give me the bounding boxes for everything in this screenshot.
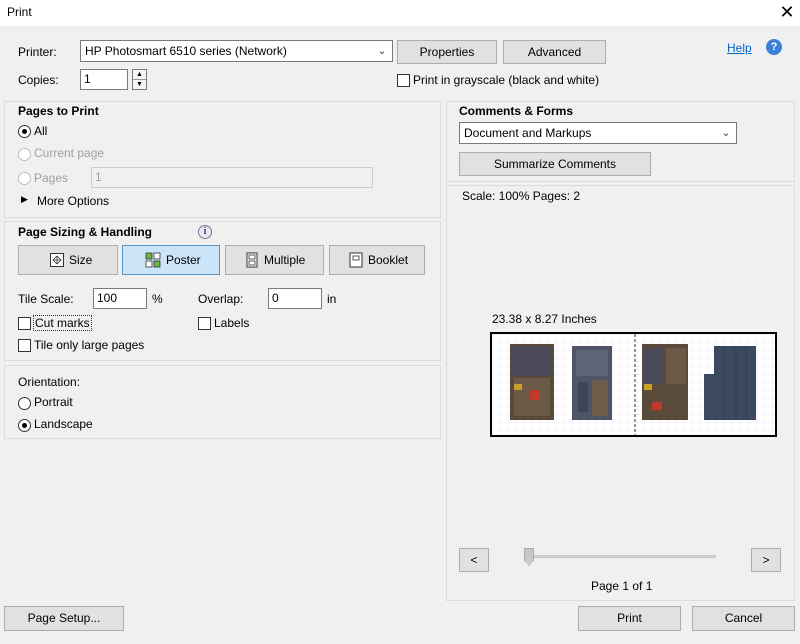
close-icon[interactable]: ✕ [776, 1, 798, 23]
preview-dimensions: 23.38 x 8.27 Inches [492, 312, 597, 326]
booklet-icon [349, 252, 363, 268]
size-button[interactable]: Size [18, 245, 118, 275]
tile-scale-unit: % [152, 292, 163, 306]
cancel-button[interactable]: Cancel [692, 606, 795, 631]
stepper-up-icon[interactable]: ▲ [133, 70, 146, 80]
multiple-button[interactable]: Multiple [225, 245, 324, 275]
overlap-unit: in [327, 292, 337, 306]
size-icon [50, 253, 64, 267]
orientation-heading: Orientation: [18, 375, 81, 389]
tile-scale-input[interactable]: 100 [93, 288, 147, 309]
more-options-toggle[interactable]: More Options [37, 194, 109, 208]
properties-button[interactable]: Properties [397, 40, 497, 64]
pages-to-print-heading: Pages to Print [18, 104, 99, 118]
booklet-button-label: Booklet [368, 253, 409, 267]
overlap-input[interactable]: 0 [268, 288, 322, 309]
preview-scale-text: Scale: 100% Pages: 2 [462, 189, 581, 203]
multiple-icon [246, 252, 258, 268]
tile-scale-label: Tile Scale: [18, 292, 74, 306]
pages-range-input[interactable]: 1 [91, 167, 373, 188]
expand-triangle-icon[interactable]: ▶ [21, 194, 28, 205]
tile-large-label: Tile only large pages [34, 338, 145, 352]
all-pages-radio[interactable] [18, 125, 31, 138]
copies-label: Copies: [18, 73, 59, 87]
printer-label: Printer: [18, 45, 57, 59]
current-page-label: Current page [34, 146, 105, 160]
tile-large-checkbox[interactable] [18, 339, 31, 352]
help-link[interactable]: Help [727, 41, 752, 55]
print-button[interactable]: Print [578, 606, 681, 631]
printer-value: HP Photosmart 6510 series (Network) [85, 44, 287, 58]
advanced-button[interactable]: Advanced [503, 40, 606, 64]
chevron-down-icon: ⌄ [377, 45, 387, 57]
chevron-down-icon: ⌄ [721, 127, 731, 139]
comments-heading: Comments & Forms [459, 104, 574, 118]
multiple-button-label: Multiple [264, 253, 306, 267]
page-slider-track[interactable] [524, 555, 716, 558]
comments-value: Document and Markups [464, 126, 592, 140]
next-page-button[interactable]: > [751, 548, 781, 572]
size-button-label: Size [69, 253, 93, 267]
poster-button-label: Poster [166, 253, 201, 267]
landscape-radio[interactable] [18, 419, 31, 432]
pages-radio[interactable] [18, 172, 31, 185]
booklet-button[interactable]: Booklet [329, 245, 425, 275]
map-preview-image [492, 334, 775, 435]
landscape-label: Landscape [34, 417, 93, 431]
portrait-label: Portrait [34, 395, 73, 409]
labels-label: Labels [214, 316, 250, 330]
pages-label: Pages [34, 171, 69, 185]
title-bar: Print ✕ [0, 0, 800, 26]
cut-marks-checkbox[interactable] [18, 317, 31, 330]
stepper-down-icon[interactable]: ▼ [133, 80, 146, 89]
copies-stepper[interactable]: ▲ ▼ [132, 69, 147, 90]
comments-select[interactable]: Document and Markups ⌄ [459, 122, 737, 144]
labels-checkbox[interactable] [198, 317, 211, 330]
overlap-label: Overlap: [198, 292, 244, 306]
portrait-radio[interactable] [18, 397, 31, 410]
help-icon[interactable]: ? [766, 39, 782, 55]
poster-button[interactable]: Poster [122, 245, 220, 275]
current-page-radio[interactable] [18, 148, 31, 161]
cut-marks-label: Cut marks [33, 315, 92, 331]
copies-input[interactable]: 1 [80, 69, 128, 90]
all-pages-label: All [34, 124, 48, 138]
sizing-heading: Page Sizing & Handling [18, 225, 153, 239]
window-title: Print [7, 5, 32, 19]
grayscale-label: Print in grayscale (black and white) [413, 73, 600, 87]
grayscale-checkbox[interactable] [397, 74, 410, 87]
summarize-comments-button[interactable]: Summarize Comments [459, 152, 651, 176]
page-indicator: Page 1 of 1 [591, 579, 653, 593]
info-icon[interactable]: i [198, 225, 212, 239]
poster-icon [145, 252, 161, 268]
printer-select[interactable]: HP Photosmart 6510 series (Network) ⌄ [80, 40, 393, 62]
page-setup-button[interactable]: Page Setup... [4, 606, 124, 631]
prev-page-button[interactable]: < [459, 548, 489, 572]
page-preview [490, 332, 777, 437]
